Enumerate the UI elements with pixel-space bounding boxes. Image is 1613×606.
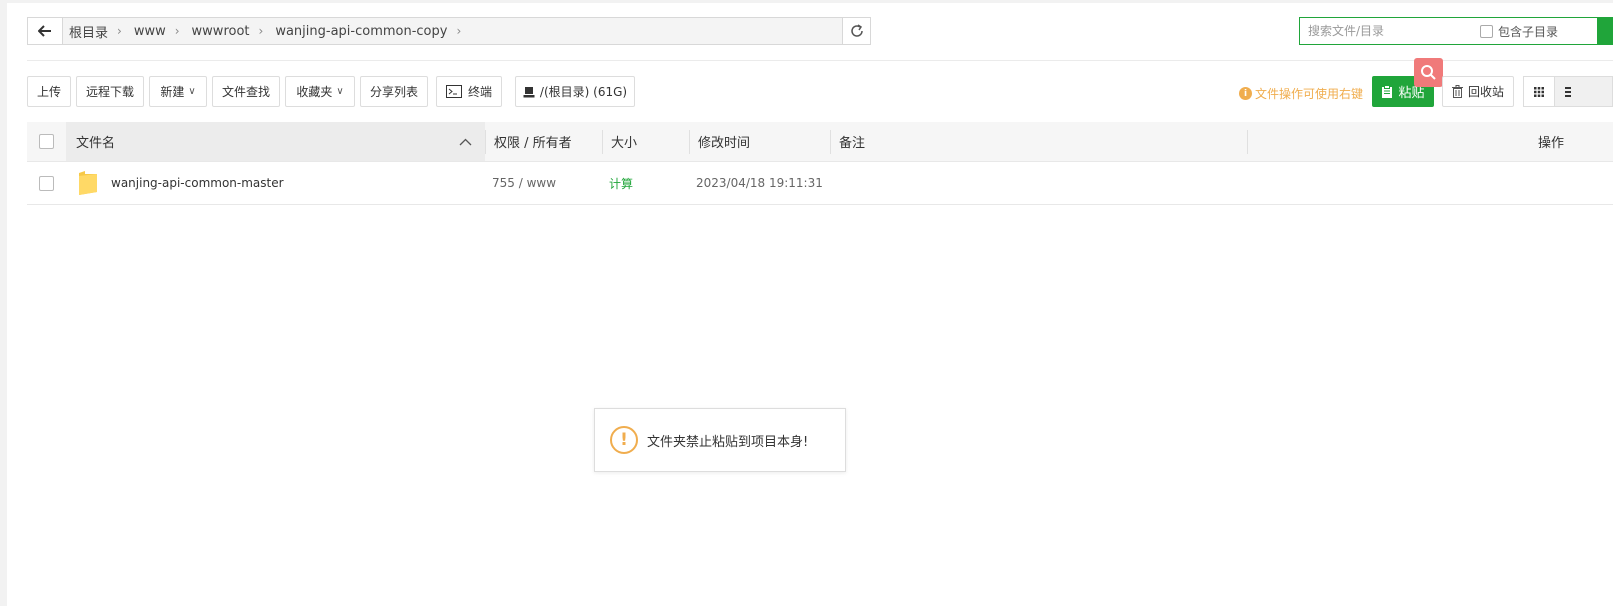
row-checkbox[interactable]	[39, 175, 54, 191]
column-divider	[602, 130, 603, 154]
sort-asc-icon[interactable]	[459, 122, 472, 161]
favorites-label: 收藏夹	[296, 85, 333, 99]
header-note: 备注	[839, 136, 866, 151]
floating-search-button[interactable]	[1414, 58, 1443, 87]
chevron-down-icon: ∨	[188, 86, 196, 97]
remote-download-label: 远程下载	[85, 85, 134, 99]
folder-icon	[78, 162, 98, 204]
refresh-button[interactable]	[842, 18, 870, 44]
chevron-right-icon: ›	[258, 24, 264, 38]
info-icon: i	[1239, 87, 1252, 100]
table-row[interactable]: wanjing-api-common-master 755 / www 计算 2…	[27, 162, 1613, 205]
breadcrumb: 根目录 › www › wwwroot › wanjing-api-common…	[63, 22, 842, 41]
chevron-right-icon: ›	[117, 24, 122, 38]
clipboard-icon	[1382, 84, 1393, 98]
search-icon	[1421, 65, 1436, 80]
back-button[interactable]	[28, 18, 63, 44]
divider	[27, 60, 1613, 61]
recycle-bin-label: 回收站	[1467, 85, 1504, 99]
file-manager: 根目录 › www › wwwroot › wanjing-api-common…	[0, 0, 1613, 606]
file-search-label: 文件查找	[221, 85, 270, 99]
search-box: 包含子目录	[1299, 17, 1613, 45]
terminal-button[interactable]: 终端	[436, 76, 502, 107]
warning-icon: !	[610, 426, 638, 454]
recycle-bin-button[interactable]: 回收站	[1442, 76, 1514, 107]
new-label: 新建	[160, 85, 185, 99]
refresh-icon	[850, 24, 863, 37]
row-select-cell	[39, 162, 59, 204]
header-permission[interactable]: 权限 / 所有者	[494, 122, 572, 161]
column-divider	[1247, 130, 1248, 154]
select-all-checkbox[interactable]	[39, 134, 54, 149]
list-view-button[interactable]	[1554, 76, 1613, 107]
file-permission[interactable]: 755 / www	[492, 162, 556, 204]
grid-view-button[interactable]	[1523, 76, 1555, 107]
share-list-button[interactable]: 分享列表	[360, 76, 428, 107]
terminal-icon	[445, 85, 462, 98]
warning-toast: ! 文件夹禁止粘贴到项目本身!	[594, 408, 846, 472]
left-edge	[0, 0, 7, 606]
path-bar: 根目录 › www › wwwroot › wanjing-api-common…	[27, 17, 871, 45]
file-modified: 2023/04/18 19:11:31	[696, 176, 823, 190]
chevron-right-icon: ›	[174, 24, 180, 38]
disk-button[interactable]: /(根目录) (61G)	[515, 76, 635, 107]
header-modified[interactable]: 修改时间	[698, 122, 750, 161]
header-name[interactable]: 文件名	[76, 122, 115, 161]
right-click-tip: i 文件操作可使用右键	[1239, 85, 1363, 102]
remote-download-button[interactable]: 远程下载	[76, 76, 144, 107]
toast-message: 文件夹禁止粘贴到项目本身!	[647, 434, 809, 450]
new-button[interactable]: 新建 ∨	[149, 76, 207, 107]
column-divider	[830, 130, 831, 154]
select-all-cell	[39, 122, 59, 161]
breadcrumb-www[interactable]: www	[134, 24, 166, 39]
table-header: 文件名 权限 / 所有者 大小 修改时间 备注 操作	[27, 122, 1613, 162]
chevron-right-icon: ›	[456, 24, 462, 38]
terminal-label: 终端	[467, 85, 492, 99]
favorites-button[interactable]: 收藏夹 ∨	[285, 76, 355, 107]
breadcrumb-current[interactable]: wanjing-api-common-copy	[275, 24, 447, 39]
disk-label: /(根目录) (61G)	[539, 85, 628, 99]
include-subdir-label: 包含子目录	[1498, 24, 1559, 39]
name-column-sorted-bg	[66, 122, 485, 161]
file-name[interactable]: wanjing-api-common-master	[111, 162, 284, 204]
disk-icon	[523, 86, 535, 97]
header-action: 操作	[1538, 136, 1565, 151]
header-size[interactable]: 大小	[611, 122, 637, 161]
include-subdir-toggle[interactable]: 包含子目录	[1480, 23, 1558, 40]
trash-icon	[1451, 85, 1463, 98]
grid-icon	[1534, 86, 1544, 97]
search-button[interactable]	[1597, 17, 1612, 45]
file-search-button[interactable]: 文件查找	[212, 76, 280, 107]
upload-label: 上传	[36, 85, 61, 99]
include-subdir-checkbox[interactable]	[1480, 24, 1493, 38]
list-icon	[1565, 86, 1571, 97]
chevron-down-icon: ∨	[336, 86, 344, 97]
breadcrumb-wwwroot[interactable]: wwwroot	[192, 24, 250, 39]
top-edge	[0, 0, 1613, 3]
calculate-size-link[interactable]: 计算	[609, 162, 633, 204]
arrow-left-icon	[38, 25, 51, 37]
column-divider	[485, 130, 486, 154]
share-list-label: 分享列表	[369, 85, 418, 99]
upload-button[interactable]: 上传	[27, 76, 71, 107]
breadcrumb-root[interactable]: 根目录	[69, 22, 108, 41]
tip-text: 文件操作可使用右键	[1255, 87, 1364, 101]
search-input[interactable]	[1300, 23, 1470, 39]
chevron-up-icon	[459, 138, 472, 145]
column-divider	[689, 130, 690, 154]
